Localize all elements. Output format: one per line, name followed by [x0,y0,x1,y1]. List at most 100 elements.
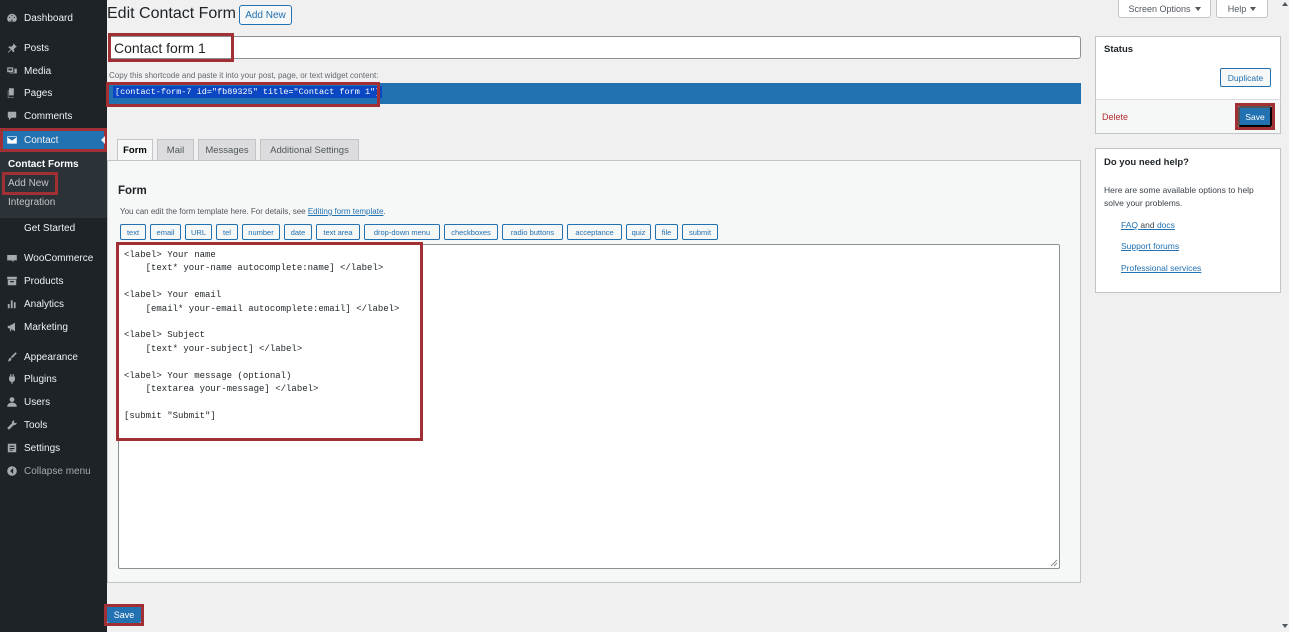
sidebar-item-label: Dashboard [24,12,73,24]
sidebar-item-media[interactable]: Media [0,60,107,82]
delete-link[interactable]: Delete [1102,112,1128,122]
current-menu-arrow [101,136,105,144]
form-desc-suffix: . [383,207,386,216]
pin-icon [0,42,24,54]
comment-icon [0,110,24,122]
wrench-icon [0,419,24,431]
form-title-input[interactable]: Contact form 1 [108,36,1081,59]
tag-button-quiz[interactable]: quiz [626,224,651,240]
form-heading: Form [118,185,147,197]
help-button[interactable]: Help [1216,0,1268,18]
user-icon [0,396,24,408]
sidebar-item-pages[interactable]: Pages [0,82,107,104]
caret-down-icon [1194,6,1201,11]
sidebar-item-settings[interactable]: Settings [0,437,107,459]
help-title: Do you need help? [1104,157,1189,168]
tab-form[interactable]: Form [117,139,153,161]
form-title-value: Contact form 1 [114,39,206,56]
tag-button-text[interactable]: text [120,224,146,240]
faq-link[interactable]: FAQ [1121,220,1138,230]
scroll-up-arrow-icon[interactable] [1282,2,1288,6]
support-forums-link[interactable]: Support forums [1121,241,1179,251]
settings-icon [0,442,24,454]
faq-docs-line: FAQ and docs [1121,220,1175,230]
sidebar-item-label: Tools [24,419,48,431]
sidebar-item-products[interactable]: Products [0,270,107,292]
sidebar-item-users[interactable]: Users [0,391,107,413]
tag-button-email[interactable]: email [150,224,181,240]
sidebar-item-label: Users [24,396,51,408]
form-desc-text: You can edit the form template here. For… [120,207,308,216]
help-description: Here are some available options to help … [1104,185,1254,208]
pages-icon [0,87,24,99]
submenu-contact-forms[interactable]: Contact Forms [8,159,79,170]
submenu-add-new[interactable]: Add New [8,178,49,189]
sidebar-item-label: Appearance [24,351,78,363]
tab-mail[interactable]: Mail [157,139,194,160]
archive-icon [0,275,24,287]
screen-options-label: Screen Options [1128,3,1191,14]
tag-button-tel[interactable]: tel [216,224,238,240]
sidebar-item-appearance[interactable]: Appearance [0,346,107,368]
tag-button-acceptance[interactable]: acceptance [567,224,622,240]
tab-additional-settings[interactable]: Additional Settings [260,139,359,160]
caret-down-icon [1250,6,1257,11]
sidebar-item-label: Comments [24,110,73,122]
paintbrush-icon [0,351,24,363]
and-text: and [1140,220,1155,230]
form-description: You can edit the form template here. For… [120,207,386,216]
megaphone-icon [0,321,24,333]
sidebar-item-posts[interactable]: Posts [0,37,107,59]
tag-button-checkboxes[interactable]: checkboxes [444,224,498,240]
sidebar-item-label: Pages [24,87,53,99]
sidebar-item-contact[interactable]: Contact [0,129,107,151]
sidebar-item-label: Contact [24,134,59,146]
tag-button-date[interactable]: date [284,224,312,240]
sidebar-item-label: WooCommerce [24,252,94,264]
tag-button-submit[interactable]: submit [682,224,718,240]
scroll-down-arrow-icon[interactable] [1282,624,1288,628]
shortcode-label: Copy this shortcode and paste it into yo… [109,71,379,80]
tag-button-radio[interactable]: radio buttons [502,224,563,240]
sidebar-item-label: Media [24,65,52,77]
editing-form-template-link[interactable]: Editing form template [308,207,384,216]
tag-button-file[interactable]: file [655,224,678,240]
sidebar-item-get-started[interactable]: Get Started [0,217,107,239]
add-new-button[interactable]: Add New [239,5,292,25]
sidebar-item-marketing[interactable]: Marketing [0,316,107,338]
status-title: Status [1104,44,1134,55]
submenu-integration[interactable]: Integration [8,197,55,208]
tag-button-textarea[interactable]: text area [316,224,360,240]
duplicate-button[interactable]: Duplicate [1220,68,1271,87]
resize-handle-icon[interactable] [1050,559,1058,567]
sidebar-item-comments[interactable]: Comments [0,105,107,127]
tag-button-number[interactable]: number [242,224,280,240]
plugin-icon [0,373,24,385]
sidebar-item-label: Plugins [24,373,57,385]
sidebar-item-woocommerce[interactable]: WooCommerce [0,247,107,269]
sidebar-item-tools[interactable]: Tools [0,414,107,436]
save-button[interactable]: Save [1238,106,1272,127]
docs-link[interactable]: docs [1157,220,1175,230]
tag-button-url[interactable]: URL [185,224,212,240]
professional-services-link[interactable]: Professional services [1121,263,1201,273]
tag-button-dropdown[interactable]: drop-down menu [364,224,440,240]
shortcode-value[interactable]: [contact-form-7 id="fb89325" title="Cont… [113,86,383,98]
sidebar-item-dashboard[interactable]: Dashboard [0,7,107,29]
screen-options-button[interactable]: Screen Options [1118,0,1211,18]
help-label: Help [1227,3,1247,14]
tab-messages[interactable]: Messages [198,139,256,160]
page-title: Edit Contact Form [107,5,236,22]
save-button-bottom[interactable]: Save [107,606,141,623]
sidebar-item-label: Marketing [24,321,68,333]
media-icon [0,65,24,77]
sidebar-item-label: Analytics [24,298,65,310]
dashboard-icon [0,12,24,24]
sidebar-item-label: Settings [24,442,61,454]
sidebar-item-analytics[interactable]: Analytics [0,293,107,315]
sidebar-item-label: Posts [24,42,50,54]
woo-icon [0,252,24,264]
sidebar-item-plugins[interactable]: Plugins [0,368,107,390]
sidebar-collapse-menu[interactable]: Collapse menu [0,460,107,482]
bar-chart-icon [0,298,24,310]
